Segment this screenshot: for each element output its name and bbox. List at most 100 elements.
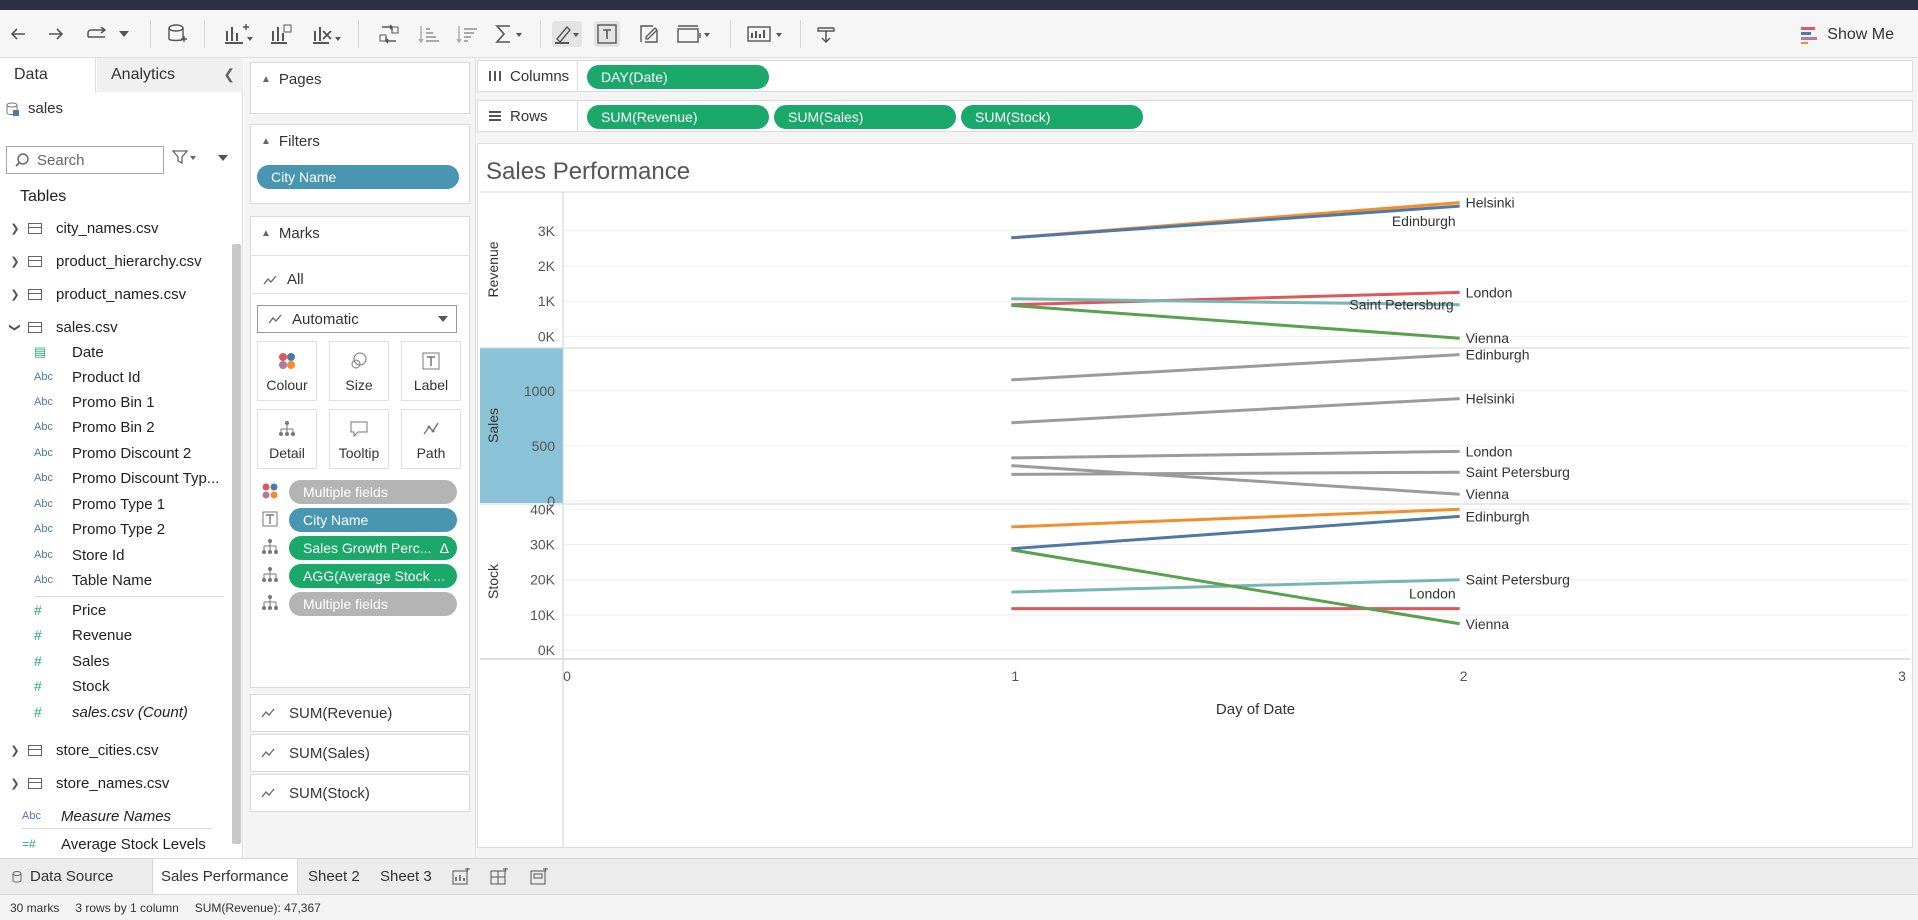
new-worksheet-icon[interactable] (222, 21, 254, 47)
row-pill-sum-sales[interactable]: SUM(Sales) (774, 105, 956, 129)
filter-fields-icon[interactable] (171, 150, 196, 167)
field-price[interactable]: # Price (34, 598, 224, 622)
presentation-icon[interactable] (746, 21, 784, 47)
tab-analytics[interactable]: Analytics (97, 58, 243, 92)
clear-icon[interactable] (310, 21, 342, 47)
chevron-down-icon[interactable]: ❯ (9, 320, 22, 334)
table-item-store-names[interactable]: ❯ store_names.csv (0, 771, 169, 795)
tab-sales-performance[interactable]: Sales Performance (152, 859, 298, 895)
duplicate-icon[interactable] (268, 21, 294, 47)
data-label-saint-petersburg: Saint Petersburg (1349, 297, 1453, 313)
colour-button[interactable]: Colour (257, 341, 317, 401)
column-pill-day-date[interactable]: DAY(Date) (587, 65, 769, 89)
swap-icon[interactable] (378, 21, 400, 47)
new-dashboard-tab-icon[interactable] (490, 866, 508, 886)
data-pane-scrollbar[interactable] (232, 244, 241, 844)
columns-shelf[interactable]: Columns DAY(Date) (477, 60, 1913, 92)
tab-sheet-2[interactable]: Sheet 2 (300, 859, 368, 895)
new-worksheet-tab-icon[interactable] (452, 866, 470, 886)
marks-tab-sum-stock[interactable]: SUM(Stock) (250, 774, 470, 812)
tab-data[interactable]: Data (0, 58, 96, 93)
table-item-product-hierarchy[interactable]: ❯ product_hierarchy.csv (0, 249, 201, 273)
mark-pill-city-name[interactable]: City Name (289, 508, 457, 532)
redo-icon[interactable] (84, 21, 110, 47)
toolbar-separator (540, 20, 541, 48)
table-name: store_names.csv (56, 774, 170, 792)
field-promo-bin-2[interactable]: Abc Promo Bin 2 (34, 415, 224, 439)
chevron-right-icon[interactable]: ❯ (8, 777, 22, 790)
size-button[interactable]: Size (329, 341, 389, 401)
field-date[interactable]: ▤ Date (34, 340, 224, 364)
field-product-id[interactable]: Abc Product Id (34, 365, 224, 389)
show-me-button[interactable]: Show Me (1801, 22, 1894, 48)
collapse-pane-icon[interactable]: ❮ (223, 66, 235, 83)
field-promo-bin-1[interactable]: Abc Promo Bin 1 (34, 390, 224, 414)
new-datasource-icon[interactable] (166, 21, 188, 47)
chevron-right-icon[interactable]: ❯ (8, 222, 22, 235)
label-button[interactable]: Label (401, 341, 461, 401)
datasource-icon (6, 102, 19, 116)
share-icon[interactable] (814, 21, 838, 47)
search-icon (15, 153, 29, 167)
search-input[interactable]: Search (6, 146, 164, 174)
annotate-icon[interactable] (638, 21, 660, 47)
field-promo-type-1[interactable]: Abc Promo Type 1 (34, 492, 224, 516)
series-line-london (1011, 449, 1460, 460)
field-store-id[interactable]: Abc Store Id (34, 543, 224, 567)
new-story-tab-icon[interactable] (530, 866, 548, 886)
row-pill-sum-stock[interactable]: SUM(Stock) (961, 105, 1143, 129)
field-promo-type-2[interactable]: Abc Promo Type 2 (34, 517, 224, 541)
detail-button[interactable]: Detail (257, 409, 317, 469)
filter-pill-city-name[interactable]: City Name (257, 165, 459, 189)
series-line-vienna (1011, 464, 1460, 496)
viz-area: Columns DAY(Date) Rows SUM(Revenue) SUM(… (477, 58, 1918, 858)
toolbar-separator (358, 20, 359, 48)
field-sales-count[interactable]: # sales.csv (Count) (34, 700, 224, 724)
mark-type-select[interactable]: Automatic (257, 305, 457, 333)
chevron-up-icon[interactable]: ▲ (261, 136, 271, 147)
marks-tab-sum-revenue[interactable]: SUM(Revenue) (250, 694, 470, 732)
field-revenue[interactable]: # Revenue (34, 623, 224, 647)
back-icon[interactable] (8, 21, 28, 47)
table-item-store-cities[interactable]: ❯ store_cities.csv (0, 738, 158, 762)
field-average-stock-levels[interactable]: =# Average Stock Levels (22, 832, 212, 856)
chevron-up-icon[interactable]: ▲ (261, 74, 271, 85)
datasource-item[interactable]: sales (6, 100, 63, 117)
mark-pill-sales-growth[interactable]: Sales Growth Perc... Δ (289, 536, 457, 560)
rows-icon (489, 111, 501, 121)
path-button[interactable]: Path (401, 409, 461, 469)
field-stock[interactable]: # Stock (34, 674, 224, 698)
marks-all-tab[interactable]: All (263, 271, 304, 288)
tooltip-button[interactable]: Tooltip (329, 409, 389, 469)
table-item-sales[interactable]: ❯ sales.csv (0, 315, 118, 339)
sort-asc-icon[interactable] (418, 21, 440, 47)
marks-tab-sum-sales[interactable]: SUM(Sales) (250, 734, 470, 772)
rows-shelf[interactable]: Rows SUM(Revenue) SUM(Sales) SUM(Stock) (477, 100, 1913, 132)
fit-icon[interactable] (676, 21, 712, 47)
totals-icon[interactable] (494, 21, 524, 47)
field-promo-discount-type[interactable]: Abc Promo Discount Typ... (34, 466, 224, 490)
chevron-up-icon[interactable]: ▲ (261, 228, 271, 239)
redo-dropdown-icon[interactable] (118, 21, 130, 47)
forward-icon[interactable] (46, 21, 66, 47)
labels-icon[interactable] (594, 21, 620, 47)
field-sales[interactable]: # Sales (34, 649, 224, 673)
mark-pill-multiple-fields-detail[interactable]: Multiple fields (289, 592, 457, 616)
field-promo-discount-2[interactable]: Abc Promo Discount 2 (34, 441, 224, 465)
mark-pill-multiple-fields-colour[interactable]: Multiple fields (289, 480, 457, 504)
sort-desc-icon[interactable] (456, 21, 478, 47)
row-pill-sum-revenue[interactable]: SUM(Revenue) (587, 105, 769, 129)
table-item-city-names[interactable]: ❯ city_names.csv (0, 216, 158, 240)
mark-pill-average-stock[interactable]: AGG(Average Stock ... (289, 564, 457, 588)
pane-menu-dropdown-icon[interactable] (218, 152, 228, 164)
table-item-product-names[interactable]: ❯ product_names.csv (0, 282, 186, 306)
y-axis-title-revenue: Revenue (485, 241, 501, 297)
field-table-name[interactable]: Abc Table Name (34, 568, 224, 592)
highlight-icon[interactable] (552, 21, 582, 47)
chevron-right-icon[interactable]: ❯ (8, 288, 22, 301)
tab-data-source[interactable]: Data Source (4, 859, 121, 895)
field-measure-names[interactable]: Abc Measure Names (22, 804, 212, 828)
chevron-right-icon[interactable]: ❯ (8, 744, 22, 757)
tab-sheet-3[interactable]: Sheet 3 (372, 859, 440, 895)
chevron-right-icon[interactable]: ❯ (8, 255, 22, 268)
